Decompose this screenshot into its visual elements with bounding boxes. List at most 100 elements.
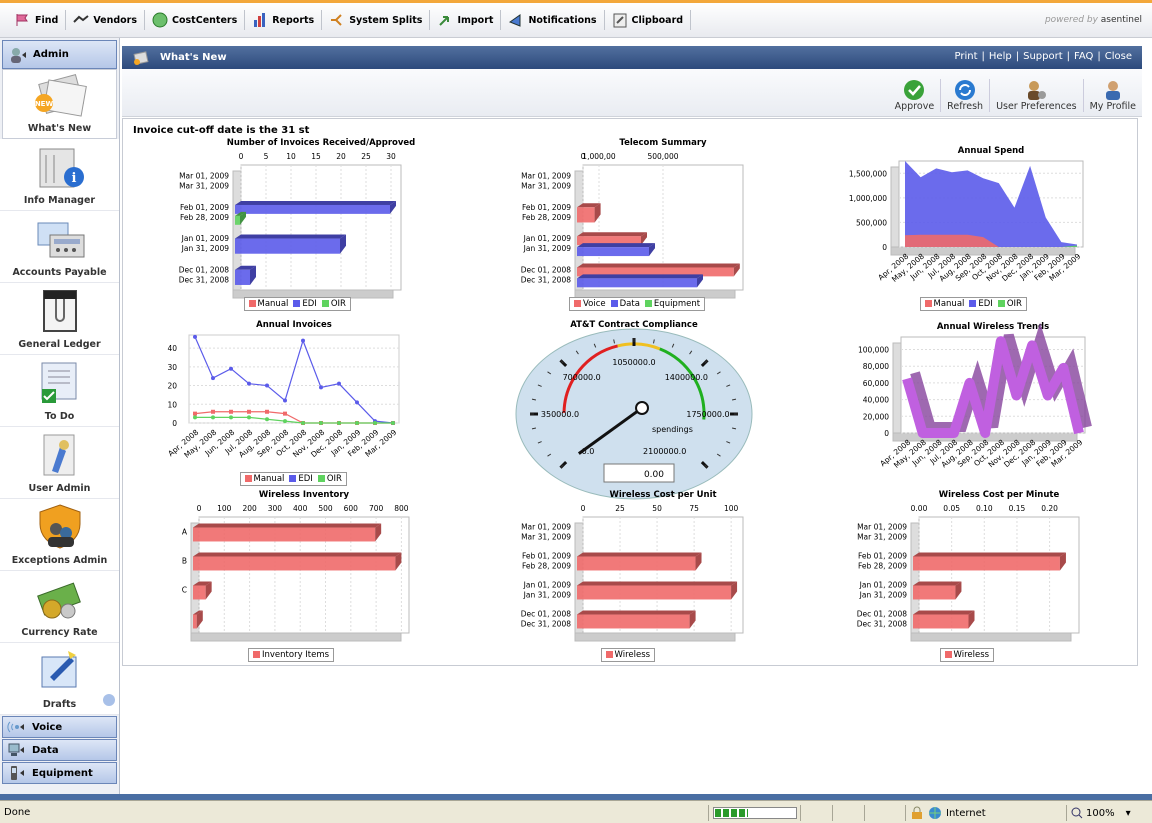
x-tick-label: 50 <box>652 504 662 513</box>
y-tick-label: 1,000,000 <box>849 194 887 203</box>
legend-swatch <box>924 300 932 307</box>
bar <box>913 585 956 600</box>
faq-link[interactable]: FAQ <box>1074 51 1093 62</box>
sidebar-section-voice[interactable]: Voice <box>2 716 117 738</box>
refresh-button[interactable]: Refresh <box>940 79 989 112</box>
sidebar-item-accounts-payable[interactable]: Accounts Payable <box>0 211 119 283</box>
y-tick-label: Jan 31, 2009 <box>523 591 572 600</box>
plot-floor <box>574 632 736 642</box>
dashboard-charts: Number of Invoices Received/Approved 0 5 10… <box>166 138 1092 642</box>
x-tick-label: 0.10 <box>976 504 993 513</box>
sidebar-item-user-admin[interactable]: User Admin <box>0 427 119 499</box>
support-link[interactable]: Support <box>1023 51 1063 62</box>
sidebar-item-label: Accounts Payable <box>12 267 107 278</box>
my-profile-button[interactable]: My Profile <box>1082 79 1142 112</box>
legend-entry: Manual <box>244 474 284 484</box>
plot-floor <box>190 632 402 642</box>
x-tick-label: 25 <box>361 152 371 161</box>
money-icon <box>36 582 81 619</box>
gauge-needle-label: spendings <box>652 425 693 434</box>
chart-title: Wireless Cost per Minute <box>939 490 1060 500</box>
sidebar-header-admin[interactable]: Admin <box>2 40 117 69</box>
flag-icon <box>16 14 28 26</box>
y-tick-label: Jan 01, 2009 <box>181 234 230 243</box>
sidebar-item-info-manager[interactable]: i Info Manager <box>0 139 119 211</box>
action-label: Approve <box>894 101 935 112</box>
bar-top <box>913 610 975 615</box>
y-tick-label: 10 <box>167 400 177 409</box>
y-tick-label: Jan 01, 2009 <box>523 234 572 243</box>
sidebar-item-drafts[interactable]: Drafts <box>0 643 119 715</box>
chart-title: Annual Spend <box>958 146 1024 156</box>
svg-text:NEW: NEW <box>34 100 53 108</box>
approve-button[interactable]: Approve <box>889 79 941 112</box>
toolbar-notifications[interactable]: Notifications <box>501 10 605 30</box>
toolbar-label: System Splits <box>349 14 423 26</box>
bar <box>235 204 390 214</box>
toolbar-import[interactable]: Import <box>430 10 502 30</box>
bar-top <box>235 200 396 205</box>
bar <box>577 556 696 571</box>
legend-swatch <box>997 300 1005 307</box>
toolbar-clipboard[interactable]: Clipboard <box>605 10 692 30</box>
bar <box>577 207 595 223</box>
sidebar-item-label: What's New <box>27 123 92 134</box>
toolbar-find[interactable]: Find <box>8 10 67 30</box>
plot-floor <box>910 632 1072 642</box>
gauge-tick-label: 2100000.0 <box>643 447 686 456</box>
sidebar-section-equipment[interactable]: Equipment <box>2 762 117 784</box>
y-tick-label: Feb 28, 2009 <box>180 213 229 222</box>
sidebar-section-data[interactable]: Data <box>2 739 117 761</box>
user-preferences-button[interactable]: User Preferences <box>989 79 1083 112</box>
sidebar-item-exceptions-admin[interactable]: Exceptions Admin <box>0 499 119 571</box>
y-tick-label: Jan 31, 2009 <box>523 244 572 253</box>
data-point <box>355 421 359 425</box>
y-tick-label: Dec 01, 2008 <box>857 610 908 619</box>
x-tick-label: 5 <box>264 152 269 161</box>
close-link[interactable]: Close <box>1105 51 1132 62</box>
help-link[interactable]: Help <box>989 51 1012 62</box>
x-tick-label: 15 <box>311 152 321 161</box>
bar <box>913 556 1060 571</box>
scroll-down-icon[interactable] <box>103 694 115 706</box>
data-point <box>265 409 269 414</box>
sidebar-item-to-do[interactable]: To Do <box>0 355 119 427</box>
toolbar-system-splits[interactable]: System Splits <box>322 10 431 30</box>
toolbar-vendors[interactable]: Vendors <box>66 10 146 30</box>
toolbar-label: Vendors <box>93 14 138 26</box>
legend-entry: Data <box>610 299 640 309</box>
handshake-icon <box>73 15 89 23</box>
zoom-control[interactable]: 100% ▾ <box>1066 805 1152 821</box>
x-tick-label: 10 <box>286 152 296 161</box>
x-tick-label: 0.00 <box>911 504 928 513</box>
toolbar-label: Notifications <box>528 14 597 26</box>
bar-top <box>577 274 703 279</box>
lock-icon <box>912 806 922 819</box>
toolbar-costcenters[interactable]: CostCenters <box>145 10 246 30</box>
progress-fill <box>715 809 748 817</box>
sidebar-item-general-ledger[interactable]: General Ledger <box>0 283 119 355</box>
x-tick-label: 200 <box>242 504 257 513</box>
chart-legend: Manual EDI OIR <box>243 297 351 311</box>
y-tick-label: 80,000 <box>863 362 889 371</box>
chart-legend: Manual EDI OIR <box>919 297 1027 311</box>
sidebar-item-whats-new[interactable]: NEW What's New <box>2 69 117 139</box>
y-tick-label: C <box>182 586 187 595</box>
x-tick-label: 1,000,00 <box>582 152 616 161</box>
bar <box>577 614 690 629</box>
chart-legend: Manual EDI OIR <box>239 472 347 486</box>
link-separator: | <box>1015 51 1020 62</box>
toolbar-reports[interactable]: Reports <box>245 10 323 30</box>
bar-top <box>577 581 738 586</box>
y-tick-label: Mar 31, 2009 <box>521 182 571 191</box>
zoom-label: 100% <box>1086 807 1115 819</box>
data-point <box>283 398 287 403</box>
bar-top <box>193 523 382 528</box>
y-tick-label: 60,000 <box>863 379 889 388</box>
bar <box>193 614 197 629</box>
print-link[interactable]: Print <box>955 51 978 62</box>
sidebar-item-currency-rate[interactable]: Currency Rate <box>0 571 119 643</box>
data-point <box>211 376 215 381</box>
bar-top <box>235 234 346 239</box>
chevron-down-icon[interactable]: ▾ <box>1126 808 1131 819</box>
